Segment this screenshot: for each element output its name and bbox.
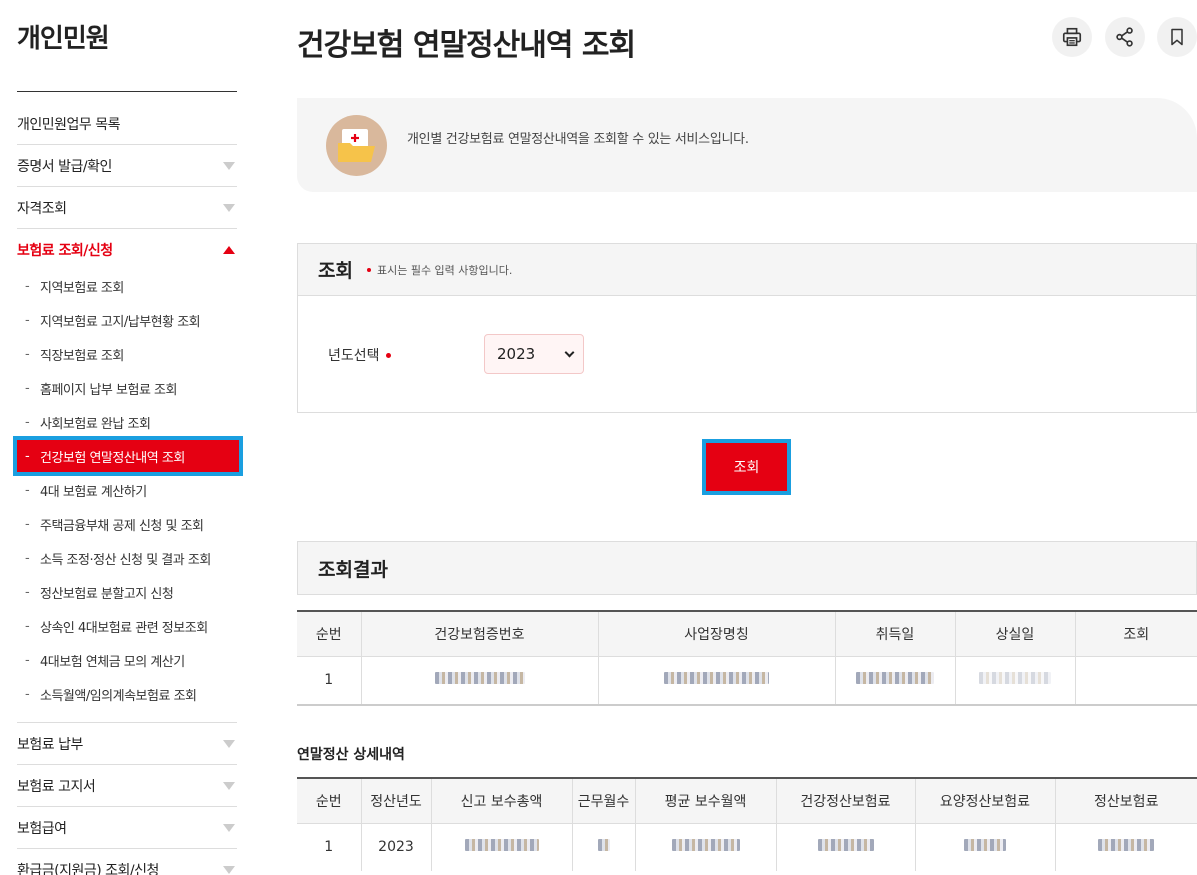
- avg-monthly-pay-cell: [634, 823, 776, 871]
- submenu-item[interactable]: - 사회보험료 완납 조회: [17, 405, 237, 439]
- print-icon: [1062, 27, 1082, 47]
- year-label: 년도선택: [328, 345, 391, 365]
- row-number: 1: [324, 672, 334, 689]
- sidebar-item-label: 환급금(지원금) 조회/신청: [17, 862, 159, 875]
- sidebar-item-list[interactable]: 개인민원업무 목록: [17, 103, 237, 145]
- bookmark-button[interactable]: [1157, 17, 1197, 57]
- sidebar-item-label: 개인민원업무 목록: [17, 116, 121, 133]
- sidebar-item-label: 보험료 조회/신청: [17, 243, 113, 259]
- sidebar-item-refund[interactable]: 환급금(지원금) 조회/신청: [17, 849, 237, 875]
- submenu-item[interactable]: - 주택금융부채 공제 신청 및 조회: [17, 507, 237, 541]
- column-header: 건강보험증번호: [360, 611, 598, 657]
- submenu-item[interactable]: - 지역보험료 조회: [17, 269, 237, 303]
- submenu-item[interactable]: -4대 보험료 계산하기: [17, 473, 237, 507]
- sidebar-item-eligibility[interactable]: 자격조회: [17, 187, 237, 229]
- chevron-down-icon: [223, 823, 235, 832]
- column-header: 요양정산보험료: [914, 778, 1055, 824]
- sidebar-item-certificate[interactable]: 증명서 발급/확인: [17, 145, 237, 187]
- results-table: 순번 건강보험증번호 사업장명칭 취득일 상실일 조회 1: [297, 610, 1197, 706]
- settlement-premium-cell: [1054, 823, 1197, 871]
- view-cell[interactable]: [1074, 656, 1197, 705]
- sidebar-item-label: 자격조회: [17, 200, 67, 217]
- column-header: 근무월수: [571, 778, 635, 824]
- insurance-number-cell: [360, 656, 598, 705]
- required-dot-icon: [366, 267, 371, 272]
- submenu-item[interactable]: - 상속인 4대보험료 관련 정보조회: [17, 609, 237, 643]
- column-header: 정산보험료: [1054, 778, 1197, 824]
- folder-icon: [326, 115, 387, 176]
- print-button[interactable]: [1052, 17, 1092, 57]
- sidebar-item-label: 증명서 발급/확인: [17, 158, 112, 175]
- submenu-item-current[interactable]: - 건강보험 연말정산내역 조회: [13, 436, 243, 476]
- chevron-down-icon: [564, 347, 575, 357]
- submenu-item[interactable]: - 정산보험료 분할고지 신청: [17, 575, 237, 609]
- year-select[interactable]: 2023: [484, 334, 584, 374]
- service-info-box: 개인별 건강보험료 연말정산내역을 조회할 수 있는 서비스입니다.: [297, 98, 1197, 192]
- detail-title: 연말정산 상세내역: [297, 747, 405, 763]
- chevron-down-icon: [223, 739, 235, 748]
- share-icon: [1116, 27, 1133, 47]
- service-description: 개인별 건강보험료 연말정산내역을 조회할 수 있는 서비스입니다.: [407, 132, 749, 147]
- chevron-up-icon: [223, 246, 235, 254]
- column-header: 건강정산보험료: [775, 778, 915, 824]
- share-button[interactable]: [1105, 17, 1145, 57]
- chevron-down-icon: [223, 161, 235, 170]
- submenu-item[interactable]: - 소득 조정·정산 신청 및 결과 조회: [17, 541, 237, 575]
- submenu-item[interactable]: - 직장보험료 조회: [17, 337, 237, 371]
- required-note: 표시는 필수 입력 사항입니다.: [366, 262, 512, 278]
- sidebar-submenu: - 지역보험료 조회 - 지역보험료 고지/납부현황 조회 - 직장보험료 조회 -홈…: [13, 269, 243, 723]
- search-form: 조회 표시는 필수 입력 사항입니다. 년도선택 2023: [297, 243, 1197, 413]
- sidebar-item-label: 보험료 납부: [17, 736, 83, 753]
- column-header: 상실일: [954, 611, 1075, 657]
- search-button[interactable]: 조회: [702, 439, 791, 495]
- search-form-title: 조회: [318, 260, 353, 282]
- required-dot-icon: [385, 352, 391, 358]
- sidebar-item-premium[interactable]: 보험료 조회/신청: [17, 229, 237, 271]
- settlement-year-cell: 2023: [360, 823, 431, 871]
- health-settlement-cell: [775, 823, 915, 871]
- submenu-divider: [17, 711, 237, 723]
- workplace-name-cell: [597, 656, 835, 705]
- column-header: 순번: [297, 611, 361, 657]
- results-title: 조회결과: [297, 541, 1197, 595]
- total-pay-cell: [430, 823, 572, 871]
- page-title: 건강보험 연말정산내역 조회: [297, 28, 636, 63]
- sidebar-title: 개인민원: [17, 24, 110, 54]
- submenu-item[interactable]: - 지역보험료 고지/납부현황 조회: [17, 303, 237, 337]
- column-header: 순번: [297, 778, 361, 824]
- submenu-item[interactable]: -4대보험 연체금 모의 계산기: [17, 643, 237, 677]
- submenu-item[interactable]: - 홈페이지 납부 보험료 조회: [17, 371, 237, 405]
- sidebar-item-label: 보험급여: [17, 820, 67, 837]
- chevron-down-icon: [223, 781, 235, 790]
- chevron-down-icon: [223, 203, 235, 212]
- detail-table: 순번 정산년도 신고 보수총액 근무월수 평균 보수월액 건강정산보험료 요양정…: [297, 777, 1197, 871]
- column-header: 취득일: [834, 611, 955, 657]
- sidebar-divider: [17, 91, 237, 92]
- sidebar-item-benefit[interactable]: 보험급여: [17, 807, 237, 849]
- column-header: 평균 보수월액: [634, 778, 776, 824]
- work-months-cell: [571, 823, 635, 871]
- column-header: 사업장명칭: [597, 611, 835, 657]
- search-form-header: 조회 표시는 필수 입력 사항입니다.: [298, 244, 1196, 296]
- sidebar-item-notice[interactable]: 보험료 고지서: [17, 765, 237, 807]
- loss-date-cell: [954, 656, 1075, 705]
- care-settlement-cell: [914, 823, 1055, 871]
- acquisition-date-cell: [834, 656, 955, 705]
- bookmark-icon: [1171, 28, 1183, 46]
- column-header: 정산년도: [360, 778, 431, 824]
- sidebar-item-payment[interactable]: 보험료 납부: [17, 723, 237, 765]
- table-row[interactable]: 1: [297, 656, 1197, 705]
- chevron-down-icon: [223, 865, 235, 874]
- submenu-item[interactable]: - 소득월액/임의계속보험료 조회: [17, 677, 237, 711]
- table-row: 1 2023: [297, 823, 1197, 871]
- sidebar-item-label: 보험료 고지서: [17, 778, 96, 795]
- row-number: 1: [324, 839, 334, 856]
- column-header: 조회: [1074, 611, 1197, 657]
- column-header: 신고 보수총액: [430, 778, 572, 824]
